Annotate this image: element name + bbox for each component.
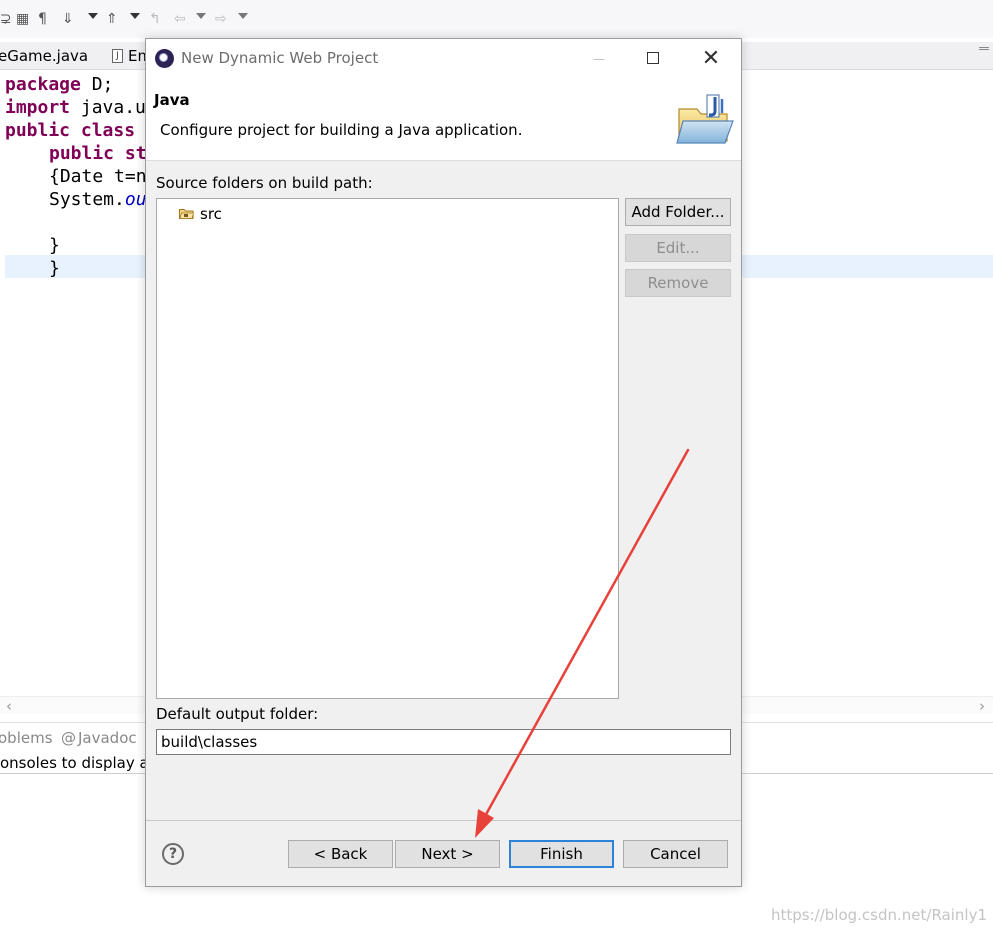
scroll-right-icon[interactable]: › (979, 698, 985, 714)
tab-problems[interactable]: oblems (0, 729, 53, 747)
code-line: } (49, 235, 60, 256)
source-folders-tree[interactable]: src (156, 198, 619, 699)
page-title: Java (154, 91, 190, 109)
code-line: public st (49, 143, 147, 164)
button-bar-separator (146, 820, 741, 821)
tree-item-src[interactable]: src (179, 204, 222, 224)
remove-button[interactable]: Remove (625, 269, 731, 297)
next-button[interactable]: Next > (395, 840, 500, 868)
prev-annotation-icon[interactable]: ⇑ (106, 10, 118, 28)
forward-nav-icon[interactable]: ⇨ (215, 10, 227, 28)
output-folder-label: Default output folder: (156, 705, 319, 723)
page-description: Configure project for building a Java ap… (160, 121, 523, 139)
code-line: {Date t=n (49, 166, 147, 187)
java-file-icon: J (112, 49, 123, 63)
java-folder-wizard-icon (676, 94, 734, 144)
chevron-down-icon[interactable] (88, 13, 98, 19)
minimize-button[interactable]: — (576, 39, 622, 79)
cancel-button[interactable]: Cancel (623, 840, 728, 868)
chevron-down-icon[interactable] (196, 13, 206, 19)
scroll-left-icon[interactable]: ‹ (6, 698, 12, 714)
new-dynamic-web-project-dialog: New Dynamic Web Project — ✕ Java Configu… (145, 38, 742, 887)
tab-javadoc[interactable]: Javadoc (78, 729, 137, 747)
close-button[interactable]: ✕ (688, 39, 734, 79)
tree-item-label: src (200, 205, 222, 223)
wizard-banner: Java Configure project for building a Ja… (146, 79, 741, 161)
back-button[interactable]: < Back (288, 840, 393, 868)
javadoc-icon: @ (61, 729, 76, 747)
finish-button[interactable]: Finish (509, 840, 614, 868)
code-line: package D; (5, 74, 114, 95)
dialog-titlebar[interactable]: New Dynamic Web Project — ✕ (146, 39, 741, 79)
editor-tab-game[interactable]: eGame.java (0, 42, 88, 70)
toolbar-icon-1[interactable]: ⊋ (0, 10, 12, 28)
code-line: public class (5, 120, 136, 141)
edit-button[interactable]: Edit... (625, 234, 731, 262)
help-icon[interactable]: ? (162, 843, 184, 865)
dialog-title: New Dynamic Web Project (181, 49, 379, 67)
next-annotation-icon[interactable]: ⇓ (62, 10, 74, 28)
show-whitespace-icon[interactable]: ¶ (38, 10, 47, 28)
last-edit-icon[interactable]: ↰ (149, 10, 161, 28)
code-line: import java.u (5, 97, 146, 118)
view-menu-icon[interactable] (979, 47, 989, 50)
maximize-button[interactable] (630, 39, 676, 79)
output-folder-input[interactable]: build\classes (156, 729, 731, 755)
add-folder-button[interactable]: Add Folder... (625, 198, 731, 226)
toolbar-icon-2[interactable]: ▦ (16, 10, 29, 28)
watermark: https://blog.csdn.net/Rainly1 (771, 906, 987, 924)
back-nav-icon[interactable]: ⇦ (174, 10, 186, 28)
chevron-down-icon[interactable] (238, 13, 248, 19)
eclipse-icon (155, 49, 174, 68)
chevron-down-icon[interactable] (130, 13, 140, 19)
code-line: } (49, 258, 60, 279)
code-line: System.ou (49, 189, 147, 210)
source-folders-label: Source folders on build path: (156, 174, 373, 192)
maximize-icon (647, 51, 659, 64)
source-folder-icon (179, 209, 194, 219)
main-toolbar: ⊋ ▦ ¶ ⇓ ⇑ ↰ ⇦ ⇨ (0, 0, 993, 38)
